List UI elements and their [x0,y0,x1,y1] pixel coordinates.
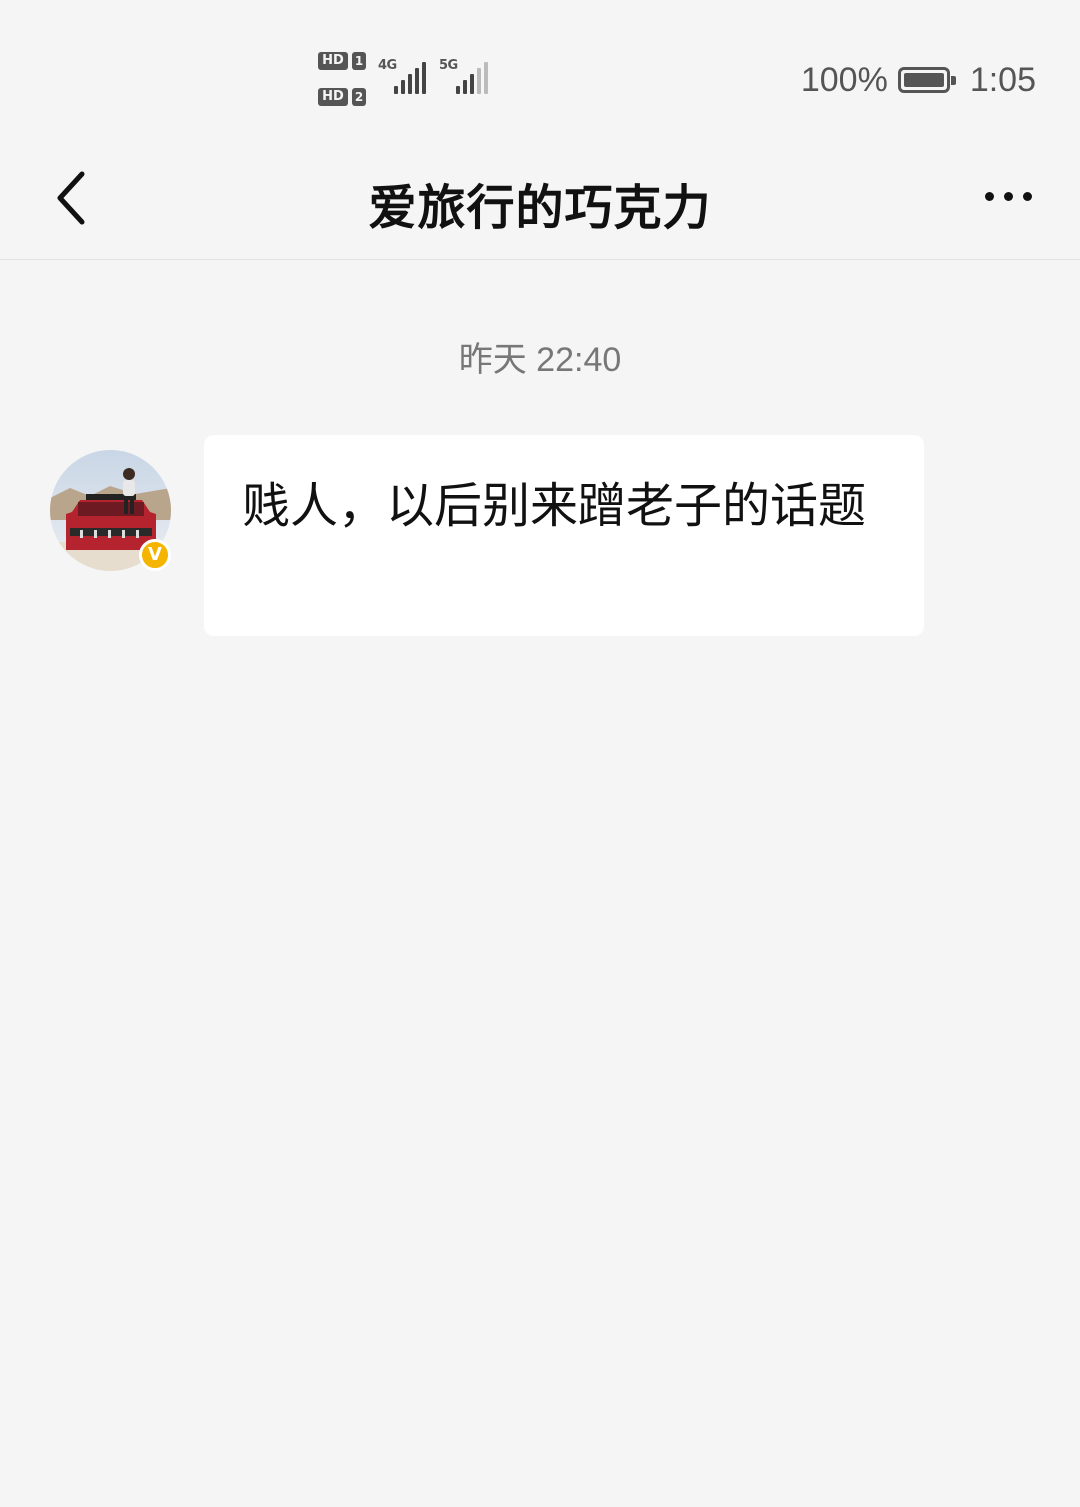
more-horizontal-icon [984,191,994,201]
battery-icon [897,67,956,93]
hd-badge-sim2: HD [318,88,348,106]
message-bubble[interactable]: 贱人，以后别来蹭老子的话题 [204,435,924,636]
network-type-5g: 5G [439,58,458,73]
clock: 1:05 [969,60,1036,99]
status-right: 100% 1:05 [801,60,1036,100]
signal-strength-icon [456,62,488,94]
more-horizontal-icon [1003,191,1013,201]
sim2-number: 2 [352,88,366,106]
message-text: 贱人，以后别来蹭老子的话题 [242,478,867,534]
sim1-number: 1 [352,52,366,70]
more-options-button[interactable] [972,164,1044,228]
message-timestamp: 昨天 22:40 [458,341,622,379]
verified-badge-icon: V [139,539,171,571]
signal-strength-icon [394,62,426,94]
hd-badge-sim1: HD [318,52,348,70]
battery-percent: 100% [800,60,888,99]
status-bar: HD 1 HD 2 4G 5G 100% 1:05 [0,0,1080,140]
more-horizontal-icon [1022,191,1032,201]
chat-header: 爱旅行的巧克力 [0,140,1080,260]
page-title: 爱旅行的巧克力 [368,180,712,236]
signal-indicators: HD 1 HD 2 4G 5G [318,52,498,108]
